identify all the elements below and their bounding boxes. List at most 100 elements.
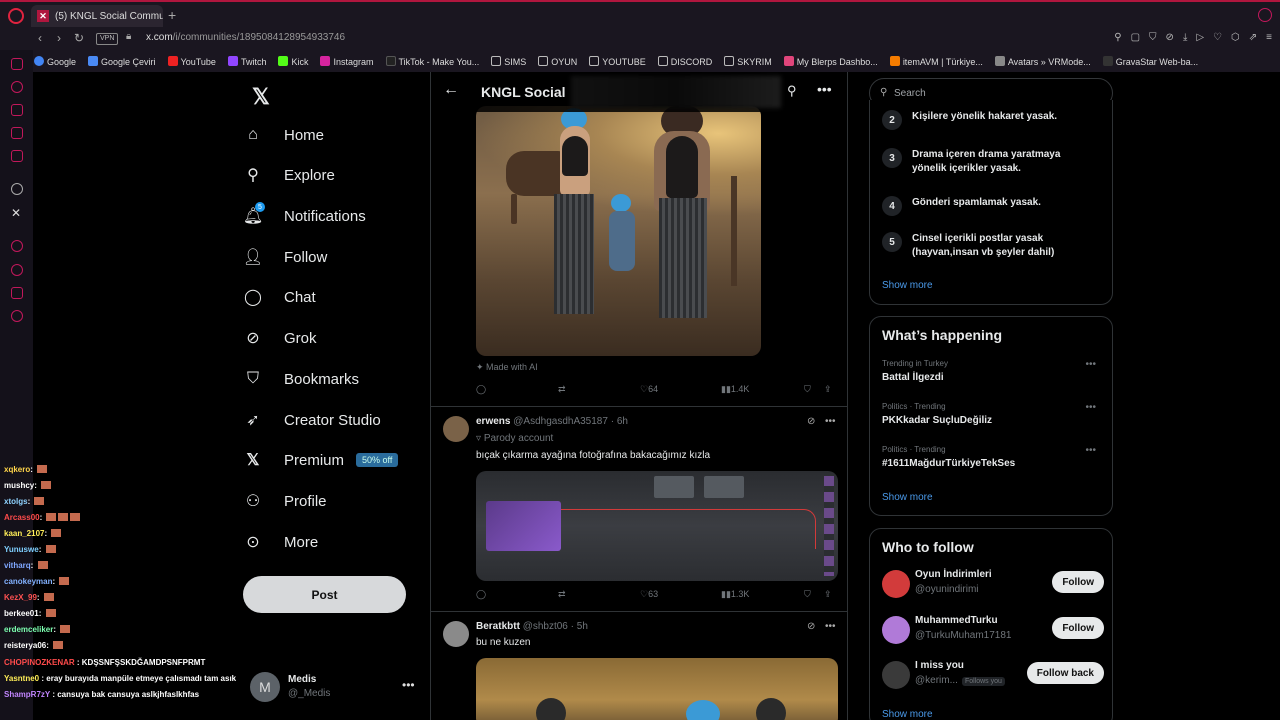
follow-button[interactable]: Follow [1052,571,1104,593]
history-icon[interactable] [11,264,23,276]
bookmark-youtube[interactable]: YouTube [167,55,216,67]
back-arrow-icon[interactable]: ‹ [38,31,42,45]
bookmark-tiktok[interactable]: TikTok - Make You... [385,55,479,67]
search-tabs-icon[interactable] [1258,8,1272,22]
heart-icon[interactable]: ♡ [1213,32,1222,43]
more-options-icon[interactable]: ••• [825,416,836,427]
avatar[interactable] [443,621,469,647]
tweet-image-stream[interactable] [476,471,838,581]
bookmark-instagram[interactable]: Instagram [320,55,374,67]
share-icon[interactable]: ⇪ [824,384,832,395]
bookmark-itemavm[interactable]: itemAVM | Türkiye... [889,55,983,67]
share-icon[interactable]: ⇗ [1249,32,1257,43]
retweet-icon[interactable]: ⇄ [558,589,566,600]
opera-logo-icon[interactable] [8,8,24,24]
account-switcher[interactable]: M Medis @_Medis ••• [250,672,420,706]
bookmark-sims[interactable]: SIMS [491,55,526,67]
x-sidebar-icon[interactable]: ✕ [11,206,21,220]
player-icon[interactable] [11,240,23,252]
bookmark-google[interactable]: Google [34,55,76,67]
more-options-icon[interactable]: ••• [817,81,832,97]
nav-premium[interactable]: 𝕏 Premium 50% off [243,450,399,470]
account-more-icon[interactable]: ••• [402,678,415,692]
who-to-follow-show-more-link[interactable]: Show more [882,709,933,720]
snapshot-icon[interactable]: ▢ [1131,32,1140,43]
bookmark-oyun[interactable]: OYUN [538,55,577,67]
nav-grok[interactable]: ⊘ Grok [243,328,316,348]
nav-bookmarks[interactable]: ⛉ Bookmarks [243,369,359,389]
bookmark-icon[interactable]: ⛉ [804,384,811,395]
tweet-author[interactable]: erwens @AsdhgasdhA35187 · 6h [476,416,628,427]
back-arrow-icon[interactable]: ← [443,81,459,99]
nav-explore[interactable]: ⚲ Explore [243,165,335,185]
follow-button[interactable]: Follow [1052,617,1104,639]
bookmark-vrmodels[interactable]: Avatars » VRMode... [994,55,1091,67]
trend-item[interactable]: Trending in Turkey Battal İlgezdi ••• [882,359,1102,383]
url-field[interactable]: x.com/i/communities/1895084128954933746 [146,32,345,43]
messenger-icon[interactable] [11,58,23,70]
trends-show-more-link[interactable]: Show more [882,492,933,503]
extensions-sidebar-icon[interactable] [11,287,23,299]
chatgpt-icon[interactable] [11,183,23,195]
reply-icon[interactable]: ◯ [476,589,486,600]
forward-arrow-icon[interactable]: › [57,31,61,45]
workspace-icon[interactable] [11,104,23,116]
bookmark-discord[interactable]: DISCORD [657,55,712,67]
like-button[interactable]: ♡ 63 [640,589,658,600]
trend-more-icon[interactable]: ••• [1085,402,1096,413]
extensions-icon[interactable]: ⬡ [1231,32,1240,43]
nav-profile[interactable]: ⚇ Profile [243,491,327,511]
trend-item[interactable]: Politics · Trending PKKkadar SuçluDeğiliz… [882,402,1102,426]
follow-suggestion[interactable]: Oyun İndirimleri @oyunindirimi Follow [882,567,1104,601]
settings-icon[interactable] [11,310,23,322]
bookmark-icon[interactable]: ⛉ [804,589,811,600]
nav-home[interactable]: ⌂ Home [243,125,324,145]
shield-icon[interactable]: ⛉ [1149,32,1157,43]
nav-follow[interactable]: 👤︎ Follow [243,247,328,267]
tweet-image-family[interactable] [476,106,761,356]
bookmark-skyrim[interactable]: SKYRIM [724,55,772,67]
share-icon[interactable]: ⇪ [824,589,832,600]
reload-icon[interactable]: ↻ [74,31,84,45]
bookmark-twitch[interactable]: Twitch [227,55,266,67]
rules-show-more-link[interactable]: Show more [882,280,933,291]
trend-more-icon[interactable]: ••• [1085,359,1096,370]
avatar[interactable] [443,416,469,442]
follow-suggestion[interactable]: MuhammedTurku @TurkuMuham17181 Follow [882,613,1104,647]
aria-icon[interactable] [11,81,23,93]
vpn-badge[interactable]: VPN [96,33,119,45]
follow-suggestion[interactable]: I miss you @kerim... Follows you Follow b… [882,658,1104,692]
new-tab-button[interactable]: + [168,7,176,23]
bookmark-blerps[interactable]: My Blerps Dashbo... [783,55,878,67]
download-icon[interactable]: ⤓ [1183,32,1187,43]
pin-icon[interactable]: ⚲ [1114,32,1121,43]
tab-active[interactable]: ✕ (5) KNGL Social Communi [31,5,163,27]
more-options-icon[interactable]: ••• [825,621,836,632]
twitch-sidebar-icon[interactable] [11,127,23,139]
grok-icon[interactable]: ⊘ [807,416,815,427]
nav-creator-studio[interactable]: ➶ Creator Studio [243,410,380,430]
tweet-author[interactable]: Beratkbtt @shbzt06 · 5h [476,621,588,632]
nav-more[interactable]: ⊙ More [243,532,318,552]
x-logo-icon[interactable]: 𝕏 [252,84,270,110]
reply-icon[interactable]: ◯ [476,384,486,395]
adblock-icon[interactable]: ⊘ [1166,32,1174,43]
post-button[interactable]: Post [243,576,406,613]
play-icon[interactable]: ▷ [1196,32,1204,43]
bookmark-youtube-folder[interactable]: YOUTUBE [589,55,646,67]
bookmark-kick[interactable]: Kick [278,55,308,67]
music-icon[interactable] [11,150,23,162]
search-icon[interactable]: ⚲ [787,83,797,99]
bookmark-google-translate[interactable]: Google Çeviri [88,55,156,67]
tweet-image-group[interactable] [476,658,838,720]
follow-back-button[interactable]: Follow back [1026,662,1104,684]
grok-icon[interactable]: ⊘ [807,621,815,632]
trend-item[interactable]: Politics · Trending #1611MağdurTürkiyeTek… [882,445,1102,469]
bookmark-gravastar[interactable]: GravaStar Web-ba... [1102,55,1198,67]
search-input[interactable] [894,85,1094,101]
nav-chat[interactable]: ◯ Chat [243,287,316,307]
nav-notifications[interactable]: 🔔︎ 5 Notifications [243,202,366,226]
views-stat[interactable]: ▮▮ 1.3K [721,589,749,600]
views-stat[interactable]: ▮▮ 1.4K [721,384,749,395]
like-button[interactable]: ♡ 64 [640,384,658,395]
